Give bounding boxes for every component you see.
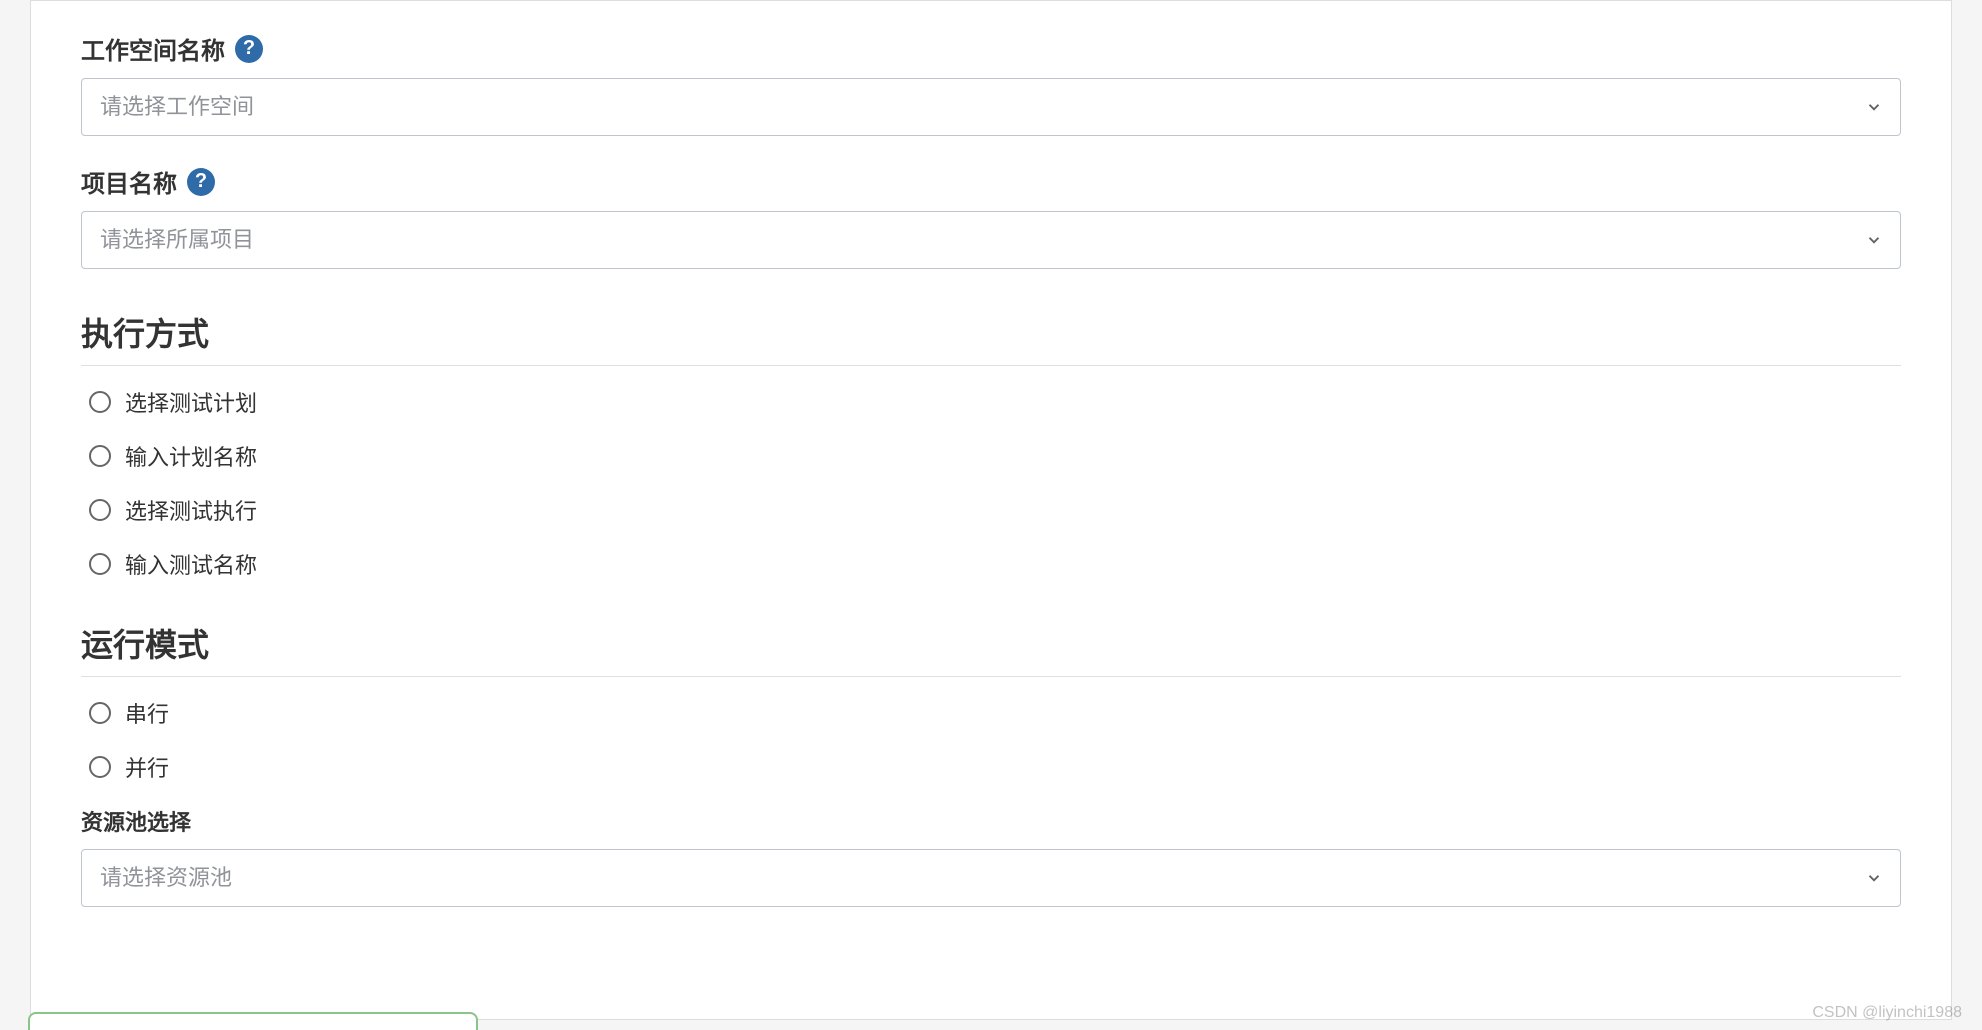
workspace-label: 工作空间名称 bbox=[81, 31, 225, 66]
radio-label: 选择测试计划 bbox=[125, 386, 257, 418]
resource-pool-label: 资源池选择 bbox=[81, 805, 1901, 837]
project-select-wrapper bbox=[81, 211, 1901, 269]
radio-input-plan-name[interactable]: 输入计划名称 bbox=[89, 440, 1901, 472]
radio-icon bbox=[89, 553, 111, 575]
radio-input-test-name[interactable]: 输入测试名称 bbox=[89, 548, 1901, 580]
form-panel: 工作空间名称 ? 项目名称 ? 执行方式 选择测试计划 bbox=[30, 0, 1952, 1020]
radio-select-test-exec[interactable]: 选择测试执行 bbox=[89, 494, 1901, 526]
help-icon[interactable]: ? bbox=[235, 35, 263, 63]
radio-icon bbox=[89, 756, 111, 778]
radio-label: 串行 bbox=[125, 697, 169, 729]
resource-pool-select-wrapper bbox=[81, 849, 1901, 907]
radio-label: 输入测试名称 bbox=[125, 548, 257, 580]
workspace-group: 工作空间名称 ? bbox=[81, 31, 1901, 136]
radio-parallel[interactable]: 并行 bbox=[89, 751, 1901, 783]
radio-label: 选择测试执行 bbox=[125, 494, 257, 526]
radio-label: 输入计划名称 bbox=[125, 440, 257, 472]
execution-method-heading: 执行方式 bbox=[81, 309, 1901, 366]
project-label: 项目名称 bbox=[81, 164, 177, 199]
radio-select-test-plan[interactable]: 选择测试计划 bbox=[89, 386, 1901, 418]
radio-icon bbox=[89, 391, 111, 413]
radio-icon bbox=[89, 499, 111, 521]
help-icon[interactable]: ? bbox=[187, 168, 215, 196]
resource-pool-select[interactable] bbox=[81, 849, 1901, 907]
workspace-select-wrapper bbox=[81, 78, 1901, 136]
run-mode-heading: 运行模式 bbox=[81, 620, 1901, 677]
project-label-row: 项目名称 ? bbox=[81, 164, 1901, 199]
project-group: 项目名称 ? bbox=[81, 164, 1901, 269]
run-mode-radio-group: 串行 并行 bbox=[81, 697, 1901, 783]
workspace-select[interactable] bbox=[81, 78, 1901, 136]
watermark: CSDN @liyinchi1988 bbox=[1812, 1004, 1962, 1022]
project-select[interactable] bbox=[81, 211, 1901, 269]
radio-label: 并行 bbox=[125, 751, 169, 783]
radio-serial[interactable]: 串行 bbox=[89, 697, 1901, 729]
workspace-label-row: 工作空间名称 ? bbox=[81, 31, 1901, 66]
execution-method-radio-group: 选择测试计划 输入计划名称 选择测试执行 输入测试名称 bbox=[81, 386, 1901, 580]
radio-icon bbox=[89, 445, 111, 467]
radio-icon bbox=[89, 702, 111, 724]
bottom-tab-stub bbox=[28, 1012, 478, 1030]
